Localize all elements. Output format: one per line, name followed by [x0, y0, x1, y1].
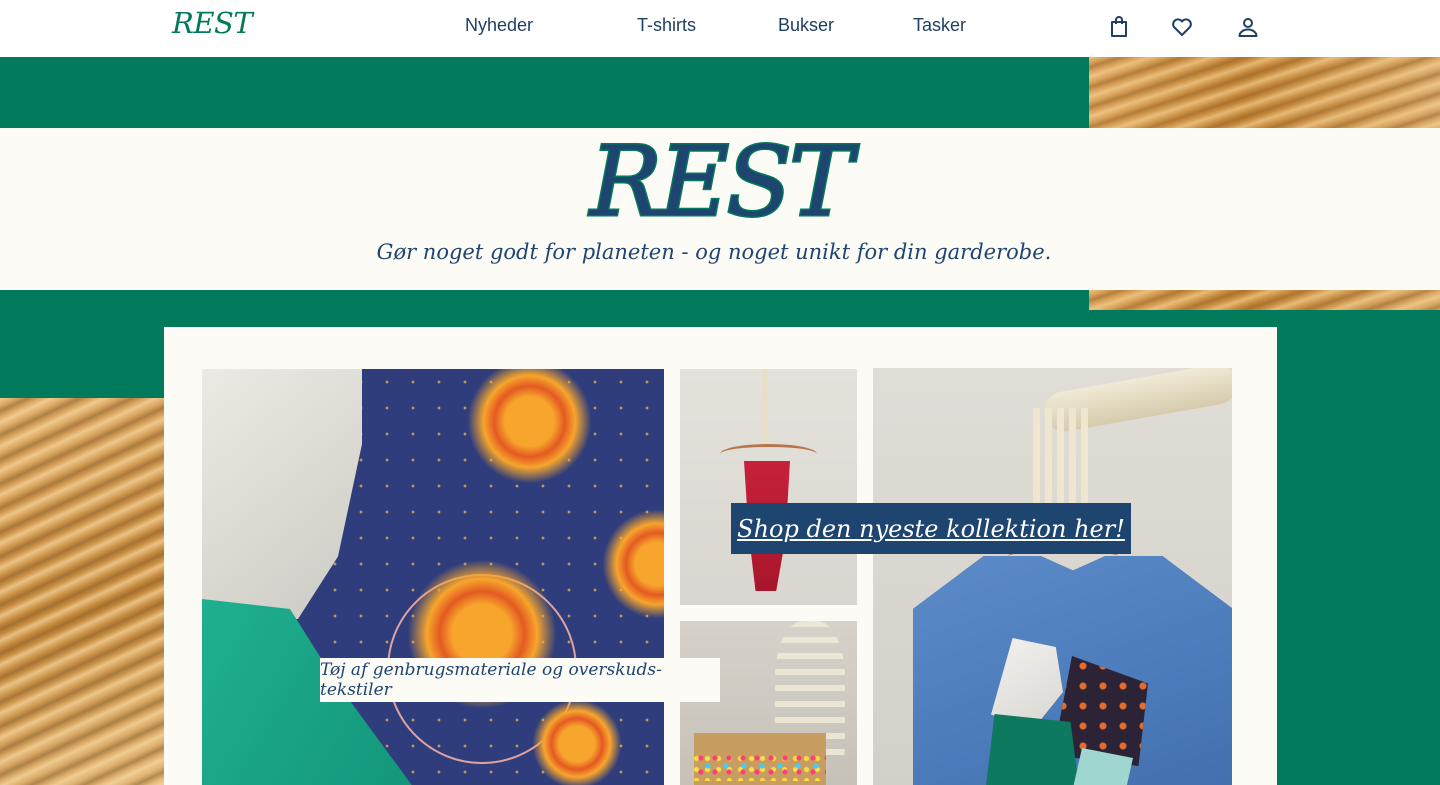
- nav-link-bukser[interactable]: Bukser: [778, 15, 834, 36]
- skeleton-bag-photo[interactable]: [680, 621, 857, 785]
- nav-link-t-shirts[interactable]: T-shirts: [637, 15, 696, 36]
- hero-tagline: Gør noget godt for planeten - og noget u…: [376, 240, 1052, 264]
- account-button[interactable]: [1233, 12, 1263, 42]
- nav-link-tasker[interactable]: Tasker: [913, 15, 966, 36]
- sand-image-top-right: [1089, 57, 1440, 128]
- sun-motif: [532, 699, 622, 785]
- hero-title: REST: [588, 126, 854, 238]
- logo-link[interactable]: REST: [172, 6, 253, 40]
- sand-image-left: [0, 398, 164, 785]
- user-icon: [1238, 18, 1258, 37]
- site-header: REST Nyheder T-shirts Bukser Tasker: [0, 0, 1440, 57]
- green-band-top: [0, 57, 1089, 128]
- wishlist-button[interactable]: [1167, 12, 1197, 42]
- material-caption: Tøj af genbrugsmateriale og overskuds-te…: [320, 658, 720, 702]
- hanger-photo[interactable]: [680, 369, 857, 605]
- fabric-photo[interactable]: [202, 369, 664, 785]
- cart-button[interactable]: [1104, 12, 1134, 42]
- shop-collection-button[interactable]: Shop den nyeste kollektion her!: [731, 503, 1131, 554]
- nav-link-nyheder[interactable]: Nyheder: [465, 15, 533, 36]
- shopping-bag-icon: [1111, 16, 1127, 37]
- heart-icon: [1172, 18, 1192, 36]
- sand-image-mid-right: [1089, 290, 1440, 310]
- tshirt-photo[interactable]: [873, 368, 1232, 785]
